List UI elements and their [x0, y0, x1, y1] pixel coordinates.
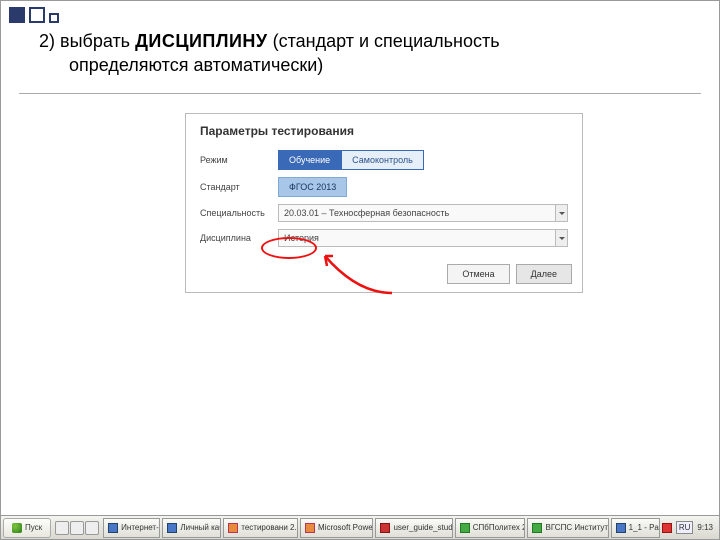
panel-button-row: Отмена Далее: [447, 264, 572, 284]
clock[interactable]: 9:13: [697, 523, 713, 532]
start-label: Пуск: [25, 523, 42, 532]
heading-emphasis: ДИСЦИПЛИНУ: [135, 31, 268, 51]
taskbar-item[interactable]: ВГСПС Институт те…: [527, 518, 608, 538]
discipline-select[interactable]: История: [278, 229, 568, 247]
app-icon: [616, 523, 626, 533]
app-icon: [167, 523, 177, 533]
label-mode: Режим: [200, 155, 278, 165]
taskbar-item-label: Microsoft PowerP…: [318, 523, 373, 532]
row-mode: Режим Обучение Самоконтроль: [200, 150, 568, 170]
quick-launch-icon[interactable]: [70, 521, 84, 535]
app-icon: [108, 523, 118, 533]
speciality-value: 20.03.01 – Техносферная безопасность: [284, 208, 449, 218]
app-icon: [380, 523, 390, 533]
chevron-down-icon: [555, 205, 567, 221]
heading-prefix: 2) выбрать: [39, 31, 135, 51]
taskbar-item[interactable]: тестировани 2.pp…: [223, 518, 298, 538]
app-icon: [460, 523, 470, 533]
app-icon: [532, 523, 542, 533]
divider: [19, 93, 701, 94]
taskbar-item-label: Личный каб…: [180, 523, 221, 532]
slide-heading: 2) выбрать ДИСЦИПЛИНУ (стандарт и специа…: [39, 29, 707, 78]
speciality-select[interactable]: 20.03.01 – Техносферная безопасность: [278, 204, 568, 222]
heading-line2: определяются автоматически): [69, 55, 323, 75]
taskbar: Пуск Интернет-т… Личный каб… тестировани…: [1, 515, 719, 539]
taskbar-item[interactable]: user_guide_stud_fi…: [375, 518, 452, 538]
quick-launch-icon[interactable]: [85, 521, 99, 535]
taskbar-item[interactable]: СПбПолитех 2015: [455, 518, 526, 538]
row-speciality: Специальность 20.03.01 – Техносферная бе…: [200, 204, 568, 222]
taskbar-item-label: ВГСПС Институт те…: [545, 523, 608, 532]
taskbar-item-label: 1_1 - Paint: [629, 523, 660, 532]
chevron-down-icon: [555, 230, 567, 246]
taskbar-item[interactable]: Microsoft PowerP…: [300, 518, 373, 538]
panel-title: Параметры тестирования: [200, 124, 568, 138]
taskbar-item[interactable]: 1_1 - Paint: [611, 518, 660, 538]
taskbar-item-label: user_guide_stud_fi…: [393, 523, 452, 532]
label-speciality: Специальность: [200, 208, 278, 218]
quick-launch: [55, 521, 99, 535]
ornament-square: [29, 7, 45, 23]
discipline-value: История: [284, 233, 319, 243]
taskbar-item[interactable]: Интернет-т…: [103, 518, 160, 538]
quick-launch-icon[interactable]: [55, 521, 69, 535]
system-tray: RU 9:13: [662, 521, 717, 534]
taskbar-item-label: СПбПолитех 2015: [473, 523, 526, 532]
segmented-mode: Обучение Самоконтроль: [278, 150, 568, 170]
cancel-button[interactable]: Отмена: [447, 264, 509, 284]
label-discipline: Дисциплина: [200, 233, 278, 243]
tray-icon[interactable]: [662, 523, 672, 533]
mode-option-training[interactable]: Обучение: [278, 150, 341, 170]
ornament-square: [9, 7, 25, 23]
ornament-square: [49, 13, 59, 23]
standard-chip[interactable]: ФГОС 2013: [278, 177, 347, 197]
next-button[interactable]: Далее: [516, 264, 572, 284]
testing-parameters-panel: Параметры тестирования Режим Обучение Са…: [185, 113, 583, 293]
mode-option-selfcontrol[interactable]: Самоконтроль: [341, 150, 424, 170]
taskbar-item-label: Интернет-т…: [121, 523, 160, 532]
app-icon: [305, 523, 315, 533]
language-indicator[interactable]: RU: [676, 521, 694, 534]
taskbar-item-label: тестировани 2.pp…: [241, 523, 298, 532]
row-standard: Стандарт ФГОС 2013: [200, 177, 568, 197]
app-icon: [228, 523, 238, 533]
label-standard: Стандарт: [200, 182, 278, 192]
windows-icon: [12, 523, 22, 533]
slide-corner-ornament: [9, 7, 59, 23]
heading-suffix: (стандарт и специальность: [268, 31, 500, 51]
start-button[interactable]: Пуск: [3, 518, 51, 538]
row-discipline: Дисциплина История: [200, 229, 568, 247]
taskbar-item[interactable]: Личный каб…: [162, 518, 221, 538]
